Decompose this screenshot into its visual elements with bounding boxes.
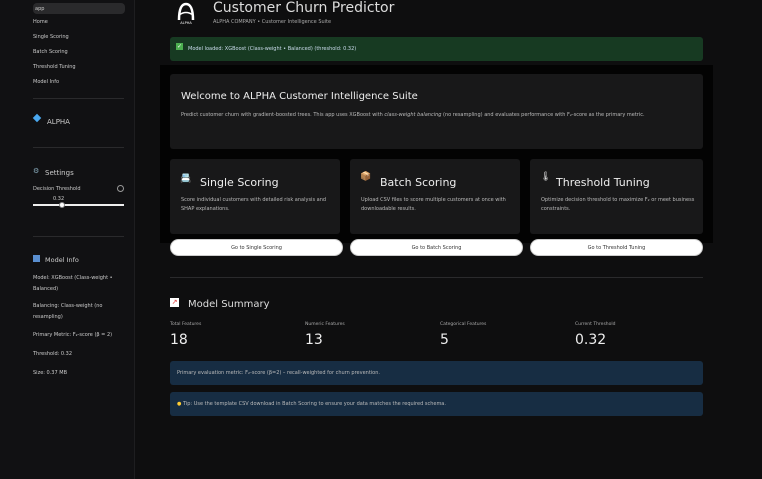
svg-text:ALPHA: ALPHA [180,21,192,24]
welcome-text-em: class-weight balancing [384,112,442,118]
sidebar-app-item[interactable]: app [33,3,125,14]
model-info-size: Size: 0.37 MB [33,370,68,376]
welcome-text-b: (no resampling) and evaluates performanc… [441,112,645,118]
check-icon: ✓ [176,43,183,50]
metric-value: 0.32 [575,332,607,348]
metric-value: 18 [170,332,188,348]
single-scoring-card: 📇 Single Scoring Score individual custom… [170,159,340,234]
divider [33,98,124,99]
model-info-balancing: Balancing: Class-weight (no resampling) [33,303,103,320]
sidebar: app Home Single Scoring Batch Scoring Th… [0,0,135,479]
batch-scoring-card: 📦 Batch Scoring Upload CSV files to scor… [350,159,520,234]
status-text: Model loaded: XGBoost (Class-weight • Ba… [188,46,357,52]
card-desc: Upload CSV files to score multiple custo… [361,197,506,212]
nav-model-info[interactable]: Model Info [33,79,59,85]
model-info-model: Model: XGBoost (Class-weight • Balanced) [33,275,113,292]
chart-icon [33,255,40,262]
metric-label: Total Features [170,322,202,327]
alpha-logo: ALPHA [175,2,197,25]
settings-title: Settings [45,169,74,177]
threshold-label: Decision Threshold [33,186,81,192]
status-banner: ✓ Model loaded: XGBoost (Class-weight • … [170,37,703,61]
go-threshold-tuning-button[interactable]: Go to Threshold Tuning [530,239,703,256]
tip-text: Tip: Use the template CSV download in Ba… [182,401,446,407]
metric-label: Categorical Features [440,322,487,327]
welcome-text-a: Predict customer churn with gradient-boo… [181,112,385,118]
model-info-threshold: Threshold: 0.32 [33,351,73,357]
card-title: Batch Scoring [380,176,457,189]
page-subtitle: ALPHA COMPANY • Customer Intelligence Su… [213,19,332,25]
model-info-metric: Primary Metric: F₂-score (β = 2) [33,332,113,338]
chart-up-icon: ↗ [170,298,179,307]
info-banner: Primary evaluation metric: F₂-score (β=2… [170,361,703,385]
metric-value: 13 [305,332,323,348]
card-title: Threshold Tuning [556,176,650,189]
page-title: Customer Churn Predictor [213,0,395,16]
package-icon: 📦 [360,172,372,182]
metric-label: Current Threshold [575,322,616,327]
lightbulb-icon: ● [177,401,182,407]
nav-home[interactable]: Home [33,19,48,25]
welcome-card: Welcome to ALPHA Customer Intelligence S… [170,74,703,149]
threshold-tuning-card: 🌡 Threshold Tuning Optimize decision thr… [530,159,703,234]
slider-thumb[interactable] [59,202,66,208]
model-info-title: Model Info [45,256,79,264]
metric-label: Numeric Features [305,322,345,327]
nav-single-scoring[interactable]: Single Scoring [33,34,69,40]
card-desc: Optimize decision threshold to maximize … [541,197,695,212]
card-title: Single Scoring [200,176,279,189]
welcome-title: Welcome to ALPHA Customer Intelligence S… [181,91,418,102]
summary-title: Model Summary [188,299,270,310]
go-single-scoring-button[interactable]: Go to Single Scoring [170,239,343,256]
nav-batch-scoring[interactable]: Batch Scoring [33,49,68,55]
divider [170,277,703,278]
diamond-icon [32,113,42,123]
gear-icon: ⚙ [33,167,40,175]
divider [33,236,124,237]
card-desc: Score individual customers with detailed… [181,197,327,212]
nav-threshold-tuning[interactable]: Threshold Tuning [33,64,76,70]
welcome-text: Predict customer churn with gradient-boo… [181,111,691,120]
threshold-slider[interactable] [33,202,124,208]
brand-label: ALPHA [47,118,70,126]
card-index-icon: 📇 [180,174,192,184]
help-icon[interactable] [117,185,124,192]
go-batch-scoring-button[interactable]: Go to Batch Scoring [350,239,523,256]
divider [33,147,124,148]
metric-value: 5 [440,332,449,348]
tip-banner: ● Tip: Use the template CSV download in … [170,392,703,416]
thermometer-icon: 🌡 [540,172,552,182]
